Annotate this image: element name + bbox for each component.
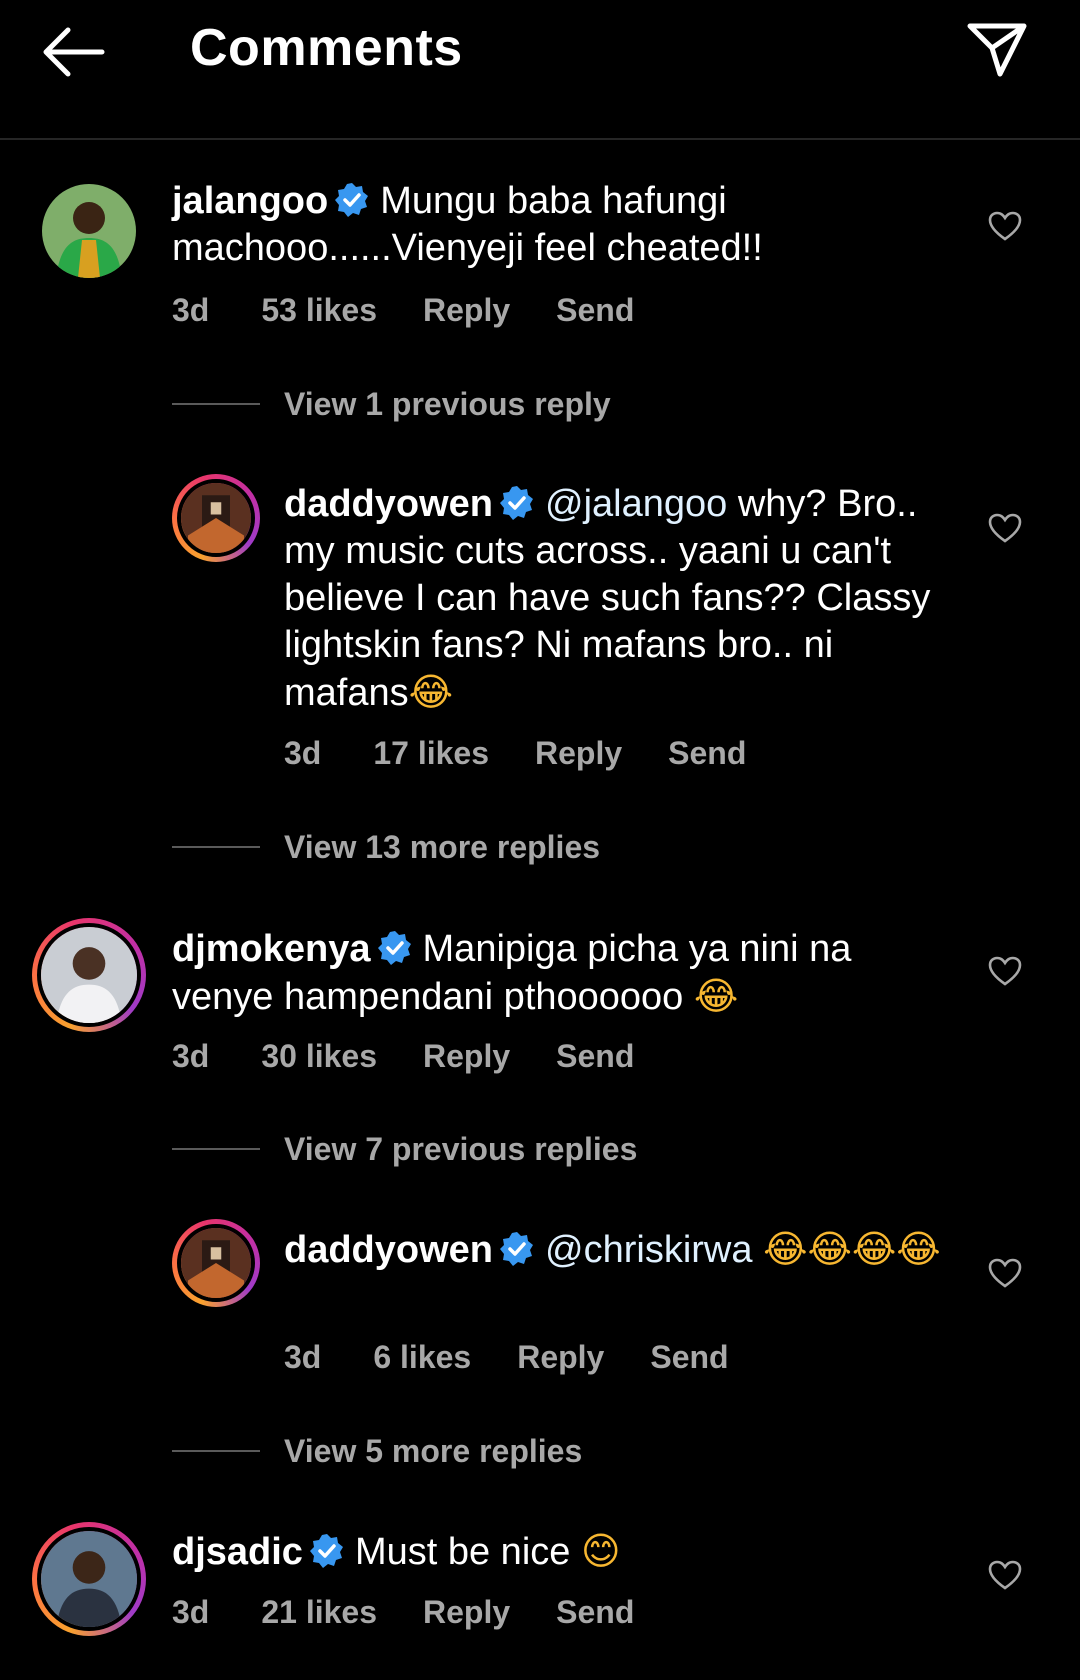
likes-count[interactable]: 30 likes: [261, 1038, 377, 1074]
view-replies-label: View 5 more replies: [284, 1433, 583, 1469]
view-replies-link[interactable]: View 13 more replies: [172, 829, 600, 866]
username[interactable]: daddyowen: [284, 1229, 493, 1271]
comment-body: Must be nice: [354, 1531, 581, 1573]
send-button[interactable]: Send: [556, 292, 634, 328]
emoji-laughing: 😂: [693, 974, 739, 1018]
timestamp: 3d: [172, 1594, 210, 1630]
divider: [172, 403, 260, 405]
divider: [172, 846, 260, 848]
username[interactable]: daddyowen: [284, 483, 493, 525]
comment-meta: 3d 53 likes Reply Send: [172, 292, 680, 329]
avatar[interactable]: [32, 1522, 146, 1636]
view-replies-label: View 13 more replies: [284, 829, 601, 865]
heart-icon[interactable]: [988, 211, 1022, 241]
verified-badge-icon: [500, 1232, 534, 1266]
send-button[interactable]: Send: [556, 1594, 634, 1630]
timestamp: 3d: [284, 1339, 322, 1375]
heart-icon[interactable]: [988, 956, 1022, 986]
heart-icon[interactable]: [988, 1560, 1022, 1590]
avatar[interactable]: [42, 184, 136, 278]
comment-text: daddyowen @chriskirwa 😂😂😂😂: [284, 1226, 944, 1274]
divider: [172, 1450, 260, 1452]
timestamp: 3d: [172, 292, 210, 328]
reply-button[interactable]: Reply: [423, 1594, 510, 1630]
emoji-smiling: 😊: [580, 1529, 621, 1573]
divider: [172, 1148, 260, 1150]
send-direct-icon[interactable]: [966, 20, 1028, 78]
send-button[interactable]: Send: [556, 1038, 634, 1074]
heart-icon[interactable]: [988, 513, 1022, 543]
username[interactable]: djmokenya: [172, 928, 371, 970]
view-replies-label: View 1 previous reply: [284, 386, 611, 422]
timestamp: 3d: [284, 735, 322, 771]
avatar[interactable]: [172, 1219, 260, 1307]
reply-button[interactable]: Reply: [535, 735, 622, 771]
send-button[interactable]: Send: [668, 735, 746, 771]
mention-link[interactable]: @jalangoo: [545, 483, 727, 525]
verified-badge-icon: [309, 1534, 343, 1568]
comment-meta: 3d 6 likes Reply Send: [284, 1339, 775, 1376]
likes-count[interactable]: 53 likes: [261, 292, 377, 328]
comment-text: jalangoo Mungu baba hafungi machooo......…: [172, 178, 922, 272]
likes-count[interactable]: 17 likes: [373, 735, 489, 771]
top-bar: Comments: [0, 0, 1080, 140]
username[interactable]: djsadic: [172, 1531, 303, 1573]
view-replies-label: View 7 previous replies: [284, 1131, 638, 1167]
heart-icon[interactable]: [988, 1258, 1022, 1288]
timestamp: 3d: [172, 1038, 210, 1074]
comment-body: [753, 1229, 764, 1271]
avatar[interactable]: [172, 474, 260, 562]
comment-meta: 3d 30 likes Reply Send: [172, 1038, 680, 1075]
comment-text: djsadic Must be nice 😊: [172, 1528, 922, 1576]
emoji-laughing: 😂: [408, 670, 454, 714]
verified-badge-icon: [500, 486, 534, 520]
view-replies-link[interactable]: View 1 previous reply: [172, 386, 611, 423]
view-replies-link[interactable]: View 5 more replies: [172, 1433, 582, 1470]
reply-button[interactable]: Reply: [423, 292, 510, 328]
verified-badge-icon: [335, 183, 369, 217]
emoji-laughing: 😂😂😂😂: [763, 1227, 941, 1271]
view-replies-link[interactable]: View 7 previous replies: [172, 1131, 637, 1168]
likes-count[interactable]: 6 likes: [373, 1339, 471, 1375]
username[interactable]: jalangoo: [172, 180, 328, 222]
comment-text: daddyowen @jalangoo why? Bro.. my music c…: [284, 481, 964, 717]
comment-meta: 3d 17 likes Reply Send: [284, 735, 792, 772]
reply-button[interactable]: Reply: [423, 1038, 510, 1074]
page-title: Comments: [190, 19, 463, 77]
comment-meta: 3d 21 likes Reply Send: [172, 1594, 680, 1631]
likes-count[interactable]: 21 likes: [261, 1594, 377, 1630]
mention-link[interactable]: @chriskirwa: [545, 1229, 752, 1271]
comment-text: djmokenya Manipiga picha ya nini na venye…: [172, 926, 922, 1021]
reply-button[interactable]: Reply: [517, 1339, 604, 1375]
avatar[interactable]: [32, 918, 146, 1032]
verified-badge-icon: [377, 931, 411, 965]
send-button[interactable]: Send: [650, 1339, 728, 1375]
back-arrow-icon[interactable]: [40, 26, 106, 78]
